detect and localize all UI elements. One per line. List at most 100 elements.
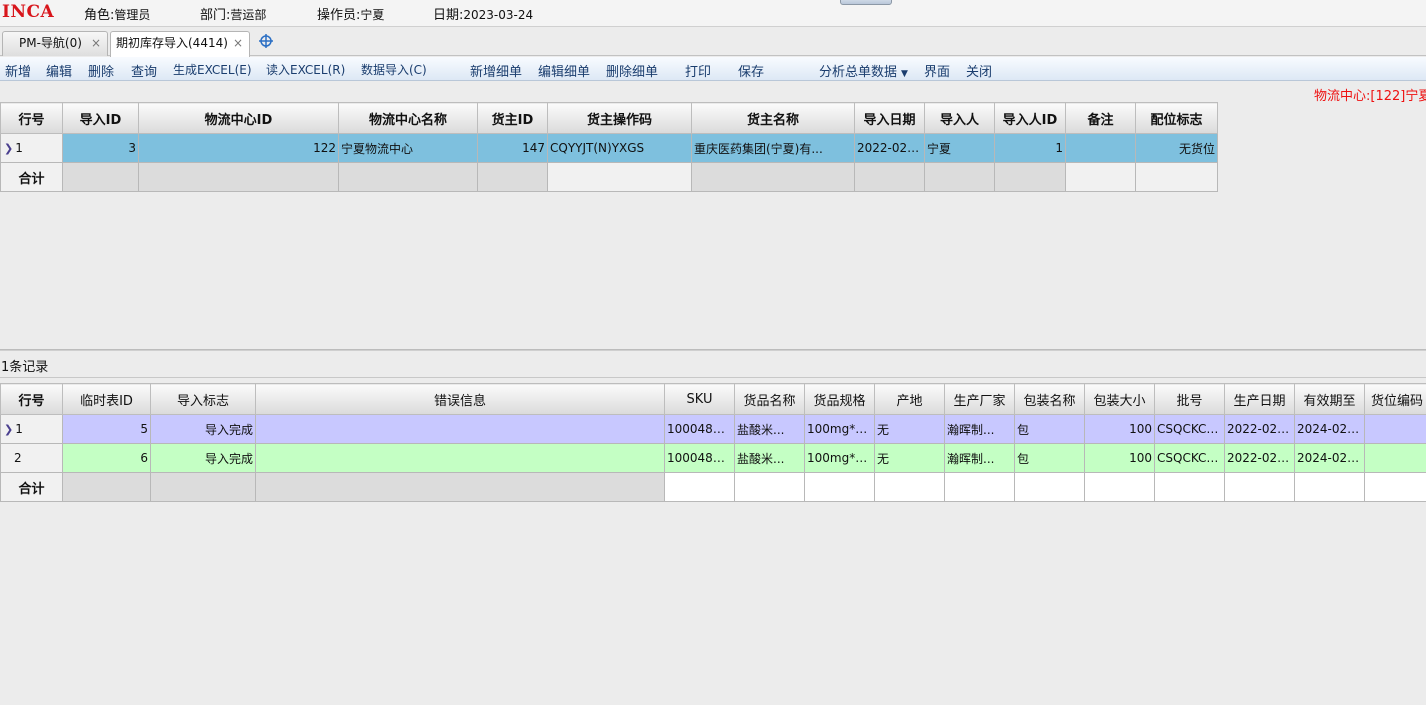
table-cell[interactable]: 无 (874, 443, 945, 473)
table-cell[interactable]: 无 (874, 414, 945, 444)
col-header[interactable]: 行号 (0, 102, 63, 134)
table-cell[interactable]: 147 (477, 133, 548, 163)
table-cell[interactable]: 导入完成 (150, 414, 256, 444)
table-cell[interactable]: CQYYJT(N)YXGS (547, 133, 692, 163)
generate-excel-button[interactable]: 生成EXCEL(E) (173, 61, 252, 78)
col-header[interactable]: 导入日期 (854, 102, 925, 134)
close-icon[interactable]: × (91, 32, 101, 55)
col-header[interactable]: 生产厂家 (944, 383, 1015, 415)
col-header[interactable]: 产地 (874, 383, 945, 415)
col-header[interactable]: 导入人ID (994, 102, 1066, 134)
edit-button[interactable]: 编辑 (46, 61, 72, 80)
table-cell[interactable]: CSQCKCDR06 (1154, 443, 1225, 473)
table-cell[interactable]: 包 (1014, 443, 1085, 473)
table-cell[interactable]: 122 (138, 133, 339, 163)
tab-label: 期初库存导入(4414) (116, 36, 228, 50)
table-cell[interactable]: 100 (1084, 414, 1155, 444)
col-header[interactable]: 错误信息 (255, 383, 665, 415)
table-cell[interactable]: CSQCKCDR05 (1154, 414, 1225, 444)
col-header[interactable]: 包装大小 (1084, 383, 1155, 415)
col-header[interactable]: 包装名称 (1014, 383, 1085, 415)
add-detail-button[interactable]: 新增细单 (470, 61, 522, 80)
table-cell[interactable]: 重庆医药集团(宁夏)有... (691, 133, 855, 163)
table-cell[interactable]: 1000489306 (664, 414, 735, 444)
total-label: 合计 (0, 472, 63, 502)
delete-detail-button[interactable]: 删除细单 (606, 61, 658, 80)
table-cell[interactable]: 宁夏 (924, 133, 995, 163)
delete-button[interactable]: 删除 (88, 61, 114, 80)
tab-initial-stock-import[interactable]: 期初库存导入(4414) × (110, 31, 250, 57)
table-cell[interactable]: 100 (1084, 443, 1155, 473)
add-button[interactable]: 新增 (5, 61, 31, 80)
col-header[interactable]: 配位标志 (1135, 102, 1218, 134)
print-button[interactable]: 打印 (685, 61, 711, 80)
window-control-button[interactable] (840, 0, 892, 5)
table-cell[interactable]: 5 (62, 414, 151, 444)
table-cell[interactable]: 100mg*10`s (804, 414, 875, 444)
read-excel-button[interactable]: 读入EXCEL(R) (266, 61, 345, 78)
query-button[interactable]: 查询 (131, 61, 157, 80)
table-cell[interactable]: 盐酸米... (734, 414, 805, 444)
operator-value: 宁夏 (360, 8, 385, 22)
table-cell[interactable]: 1000489306 (664, 443, 735, 473)
col-header[interactable]: 有效期至 (1294, 383, 1365, 415)
table-cell[interactable]: 宁夏物流中心 (338, 133, 478, 163)
total-cell (1224, 472, 1295, 502)
table-cell[interactable] (255, 414, 665, 444)
col-header[interactable]: 备注 (1065, 102, 1136, 134)
col-header[interactable]: 物流中心ID (138, 102, 339, 134)
close-button[interactable]: 关闭 (966, 61, 992, 80)
date-label: 日期: (433, 8, 464, 23)
col-header[interactable]: 临时表ID (62, 383, 151, 415)
col-header[interactable]: 物流中心名称 (338, 102, 478, 134)
table-cell[interactable]: 2024-02-18 (1294, 414, 1365, 444)
table-cell[interactable] (255, 443, 665, 473)
table-cell[interactable]: 2022-02-18 (1224, 443, 1295, 473)
data-import-button[interactable]: 数据导入(C) (361, 61, 427, 78)
col-header[interactable]: 货主操作码 (547, 102, 692, 134)
table-cell[interactable]: 盐酸米... (734, 443, 805, 473)
row-number-cell[interactable]: 2 (0, 443, 63, 473)
table-cell[interactable]: 6 (62, 443, 151, 473)
table-cell[interactable] (1065, 133, 1136, 163)
save-button[interactable]: 保存 (738, 61, 764, 80)
table-cell[interactable]: 3 (62, 133, 139, 163)
tab-pm-navigation[interactable]: PM-导航(0) × (2, 31, 108, 56)
table-cell[interactable]: 导入完成 (150, 443, 256, 473)
table-cell[interactable]: 2024-02-18 (1294, 443, 1365, 473)
analyze-dropdown[interactable]: 分析总单数据 ▼ (819, 61, 908, 80)
table-row[interactable]: ❯ 1 3 122 宁夏物流中心 147 CQYYJT(N)YXGS 重庆医药集团… (0, 133, 1218, 163)
col-header[interactable]: 批号 (1154, 383, 1225, 415)
table-cell[interactable]: 瀚晖制... (944, 443, 1015, 473)
table-cell[interactable]: 无货位 (1135, 133, 1218, 163)
table-cell[interactable]: 1 (994, 133, 1066, 163)
col-header[interactable]: 货主ID (477, 102, 548, 134)
col-header[interactable]: SKU (664, 383, 735, 415)
table-cell[interactable]: 瀚晖制... (944, 414, 1015, 444)
col-header[interactable]: 货品规格 (804, 383, 875, 415)
edit-detail-button[interactable]: 编辑细单 (538, 61, 590, 80)
col-header[interactable]: 导入人 (924, 102, 995, 134)
table-cell[interactable]: 2022-02-18 (1224, 414, 1295, 444)
table-cell[interactable]: 包 (1014, 414, 1085, 444)
ui-button[interactable]: 界面 (924, 61, 950, 80)
col-header[interactable]: 货品名称 (734, 383, 805, 415)
col-header[interactable]: 货位编码 (1364, 383, 1426, 415)
col-header[interactable]: 行号 (0, 383, 63, 415)
table-row[interactable]: 2 6 导入完成 1000489306 盐酸米... 100mg*10`s 无 … (0, 443, 1426, 473)
table-cell[interactable]: 100mg*10`s (804, 443, 875, 473)
table-cell[interactable] (1364, 443, 1426, 473)
col-header[interactable]: 生产日期 (1224, 383, 1295, 415)
col-header[interactable]: 导入标志 (150, 383, 256, 415)
add-tab-icon[interactable] (259, 34, 273, 52)
table-cell[interactable] (1364, 414, 1426, 444)
table-cell[interactable]: 2022-02-22 (854, 133, 925, 163)
panel-splitter[interactable] (0, 349, 1426, 351)
total-cell (664, 472, 735, 502)
col-header[interactable]: 导入ID (62, 102, 139, 134)
row-number-cell[interactable]: ❯ 1 (0, 414, 63, 444)
close-icon[interactable]: × (233, 32, 243, 55)
row-number-cell[interactable]: ❯ 1 (0, 133, 63, 163)
table-row[interactable]: ❯1 5 导入完成 1000489306 盐酸米... 100mg*10`s 无… (0, 414, 1426, 444)
col-header[interactable]: 货主名称 (691, 102, 855, 134)
